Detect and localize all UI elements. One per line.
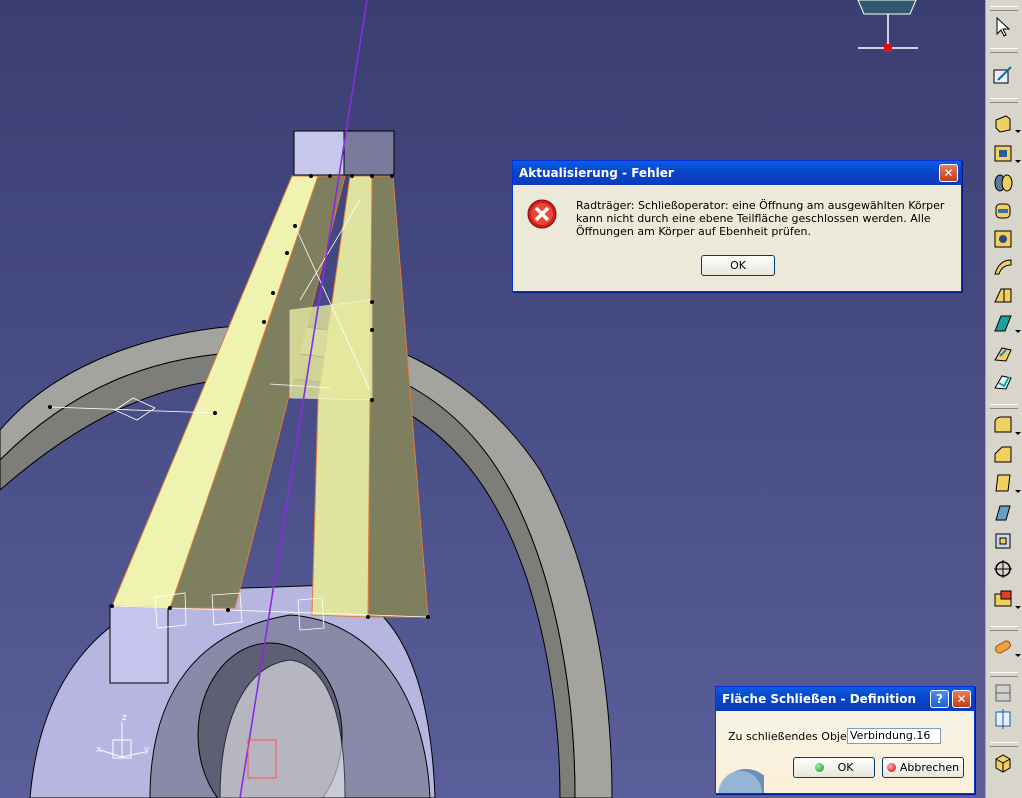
cancel-button[interactable]: Abbrechen [882,757,964,778]
material-icon[interactable] [992,636,1014,658]
remove-loft-icon[interactable] [992,370,1014,392]
toolbar-handle[interactable] [990,672,1018,677]
arm-cross [289,299,373,401]
object-field[interactable]: Verbindung.16 [847,728,941,744]
help-button[interactable]: ? [930,690,949,708]
object-label: Zu schließendes Objekt: [728,730,862,743]
top-block-left [293,130,345,176]
ok-button[interactable]: OK [701,255,775,276]
toolbar-handle[interactable] [990,742,1018,747]
axis-label-x: x [96,745,102,755]
globe-icon [718,769,764,793]
error-dialog-titlebar[interactable]: Aktualisierung - Fehler ✕ [513,161,961,185]
thickness-icon[interactable] [992,530,1014,552]
toolbar-handle[interactable] [990,48,1018,53]
ok-button[interactable]: OK [793,757,875,778]
top-block-right [343,130,395,176]
boolean-icon[interactable] [992,588,1014,610]
definition-dialog-body: Zu schließendes Objekt: Verbindung.16 OK… [716,711,974,793]
fillet-icon[interactable] [992,414,1014,436]
draft-icon[interactable] [992,472,1014,494]
axis-label-y: y [144,745,150,755]
pocket-icon[interactable] [992,142,1014,164]
definition-dialog-title: Fläche Schließen - Definition [722,692,916,706]
toolbar-handle[interactable] [990,6,1018,11]
slot-icon[interactable] [992,284,1014,306]
toolbar-handle[interactable] [990,98,1018,103]
sketch-icon[interactable] [992,64,1014,86]
group-icon[interactable] [992,682,1014,704]
shell-icon[interactable] [992,502,1014,524]
cancel-label: Abbrechen [899,761,960,774]
compass-glyph [857,0,918,52]
axis-icon[interactable] [992,708,1014,730]
pad-icon[interactable] [992,112,1014,134]
cube-icon[interactable] [992,752,1014,774]
cancel-icon [886,763,896,772]
axis-label-z: z [122,713,127,723]
stiffener-icon[interactable] [992,312,1014,334]
close-button[interactable]: ✕ [939,164,958,182]
part-geometry[interactable] [0,0,985,798]
ok-icon [814,763,824,772]
toolbar-handle[interactable] [990,626,1018,631]
3d-viewport[interactable]: z y x [0,0,985,798]
tools-toolbar [985,0,1022,798]
definition-dialog: Fläche Schließen - Definition ? ✕ Zu sch… [715,686,975,794]
chamfer-icon[interactable] [992,444,1014,466]
close-button[interactable]: ✕ [952,690,971,708]
loft-icon[interactable] [992,342,1014,364]
rib-icon[interactable] [992,256,1014,278]
hole-icon[interactable] [992,228,1014,250]
select-arrow-icon[interactable] [992,16,1014,38]
groove-icon[interactable] [992,200,1014,222]
thread-icon[interactable] [992,558,1014,580]
toolbar-handle[interactable] [990,404,1018,409]
error-dialog-title: Aktualisierung - Fehler [519,166,674,180]
error-icon [527,199,557,229]
hub-block [109,604,169,684]
definition-dialog-titlebar[interactable]: Fläche Schließen - Definition ? ✕ [716,687,974,711]
shaft-icon[interactable] [992,172,1014,194]
error-message: Radträger: Schließoperator: eine Öffnung… [576,199,945,238]
error-dialog: Aktualisierung - Fehler ✕ Radträger: Sch… [512,160,962,292]
ok-label: OK [837,761,854,774]
